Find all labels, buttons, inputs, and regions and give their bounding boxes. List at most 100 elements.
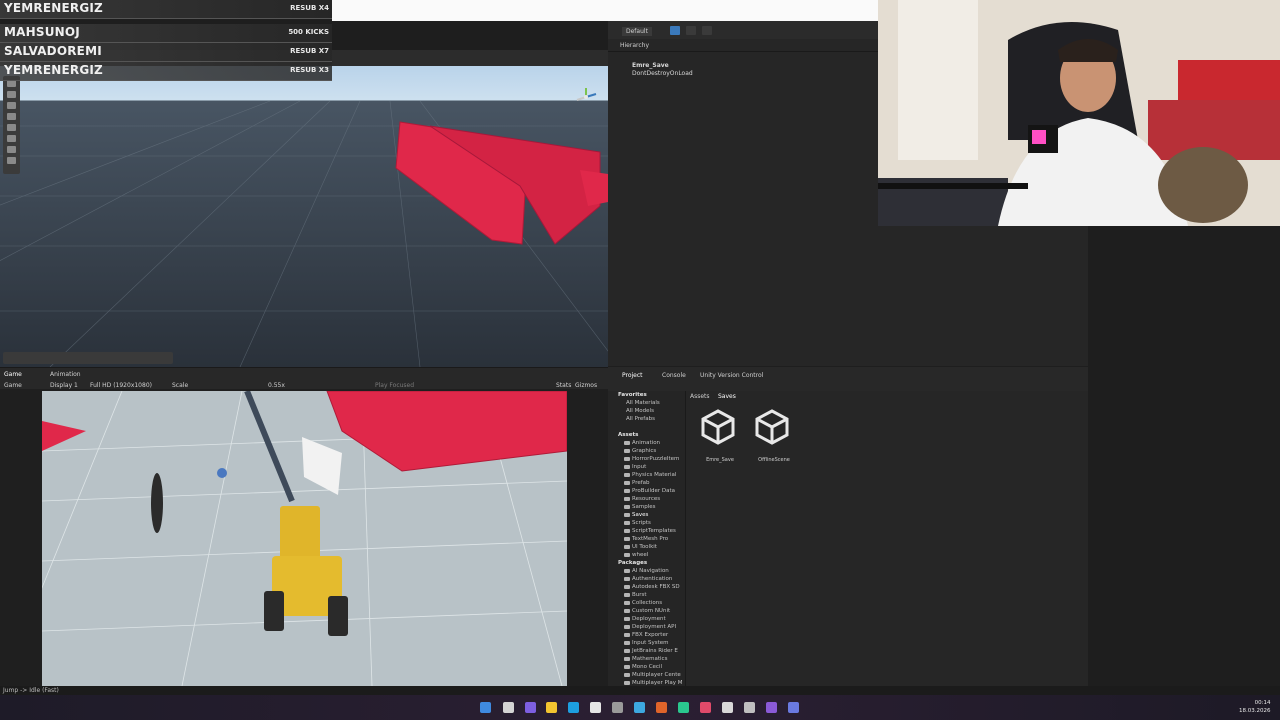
- file-explorer-icon[interactable]: [546, 702, 557, 713]
- tree-item-folder[interactable]: wheel: [624, 552, 648, 558]
- breadcrumb-saves[interactable]: Saves: [718, 393, 736, 400]
- tree-label: wheel: [632, 552, 649, 558]
- tree-item-package[interactable]: Custom NUnit: [624, 608, 670, 614]
- tree-item-favorite[interactable]: All Materials: [626, 400, 660, 406]
- folder-icon: [624, 592, 630, 597]
- firefox-icon[interactable]: [656, 702, 667, 713]
- layout-dropdown[interactable]: Default: [622, 27, 652, 36]
- chrome-icon[interactable]: [634, 702, 645, 713]
- tree-item-package[interactable]: JetBrains Rider E: [624, 648, 678, 654]
- unity-icon[interactable]: [722, 702, 733, 713]
- game-mode-dropdown[interactable]: Game: [4, 382, 22, 389]
- settings-icon[interactable]: [612, 702, 623, 713]
- app-icon[interactable]: [700, 702, 711, 713]
- folder-icon: [624, 600, 630, 605]
- folder-icon: [624, 648, 630, 653]
- tree-item-folder[interactable]: TextMesh Pro: [624, 536, 668, 542]
- tree-item-folder[interactable]: Scripts: [624, 520, 651, 526]
- tab-game[interactable]: Game: [4, 371, 22, 378]
- scene-overlay-toolbar[interactable]: [3, 352, 173, 364]
- display-dropdown[interactable]: Display 1: [50, 382, 78, 389]
- discord-icon[interactable]: [788, 702, 799, 713]
- tree-item-package[interactable]: Mathematics: [624, 656, 667, 662]
- status-text: Jump -> Idle (Fast): [3, 687, 59, 694]
- webcam-image: [878, 0, 1280, 226]
- scene-tool-strip[interactable]: [3, 76, 20, 174]
- tab-console[interactable]: Console: [662, 372, 686, 379]
- tree-item-folder[interactable]: Input: [624, 464, 646, 470]
- pause-button[interactable]: [686, 26, 696, 35]
- tab-project[interactable]: Project: [622, 372, 643, 379]
- visual-studio-icon[interactable]: [766, 702, 777, 713]
- game-view[interactable]: [42, 391, 567, 686]
- tab-hierarchy[interactable]: Hierarchy: [620, 42, 649, 49]
- gizmos-button[interactable]: Gizmos: [575, 382, 597, 389]
- clock-date: 18.03.2026: [1239, 708, 1271, 714]
- store-icon[interactable]: [590, 702, 601, 713]
- tree-label: Custom NUnit: [632, 608, 671, 614]
- tree-item-package[interactable]: FBX Exporter: [624, 632, 668, 638]
- tree-item-folder[interactable]: UI Toolkit: [624, 544, 657, 550]
- tree-label: All Prefabs: [626, 416, 655, 422]
- step-button[interactable]: [702, 26, 712, 35]
- tree-packages[interactable]: Packages: [618, 560, 647, 566]
- copilot-icon[interactable]: [525, 702, 536, 713]
- alert-tag: 500 KICKS: [288, 28, 329, 36]
- folder-icon: [624, 440, 630, 445]
- tree-item-folder[interactable]: ProBuilder Data: [624, 488, 675, 494]
- tree-item-folder[interactable]: Samples: [624, 504, 656, 510]
- project-folder-tree[interactable]: Favorites All Materials All Models All Pref…: [608, 391, 686, 686]
- stats-button[interactable]: Stats: [556, 382, 571, 389]
- tree-favorites[interactable]: Favorites: [618, 392, 647, 398]
- tree-item-favorite[interactable]: All Models: [626, 408, 654, 414]
- tree-item-folder[interactable]: Animation: [624, 440, 660, 446]
- folder-icon: [624, 624, 630, 629]
- tree-item-favorite[interactable]: All Prefabs: [626, 416, 655, 422]
- alert-tag: RESUB X3: [290, 66, 329, 74]
- play-focused-dropdown[interactable]: Play Focused: [375, 382, 414, 389]
- project-content[interactable]: Assets Saves Emre_Save OfflineScene: [686, 391, 1088, 686]
- folder-icon: [624, 632, 630, 637]
- tree-assets[interactable]: Assets: [618, 432, 638, 438]
- tree-item-folder[interactable]: ScriptTemplates: [624, 528, 676, 534]
- tree-label: Packages: [618, 560, 648, 566]
- scene-view[interactable]: [0, 66, 608, 367]
- app-icon[interactable]: [678, 702, 689, 713]
- tree-item-folder[interactable]: Graphics: [624, 448, 656, 454]
- tree-item-package[interactable]: Autodesk FBX SD: [624, 584, 680, 590]
- unity-hub-icon[interactable]: [744, 702, 755, 713]
- system-clock[interactable]: 00:14 18.03.2026: [1239, 699, 1271, 715]
- tree-item-folder[interactable]: Prefab: [624, 480, 650, 486]
- orientation-gizmo-icon[interactable]: [572, 86, 600, 108]
- tree-item-package[interactable]: Collections: [624, 600, 662, 606]
- tree-item-folder[interactable]: HorrorPuzzleItem: [624, 456, 679, 462]
- hierarchy-item[interactable]: Emre_Save: [632, 62, 669, 69]
- tree-item-folder[interactable]: Saves: [624, 512, 648, 518]
- project-header: Project Console Unity Version Control: [608, 367, 1088, 391]
- tree-item-package[interactable]: Deployment: [624, 616, 666, 622]
- tree-label: Mono Cecil: [632, 664, 663, 670]
- tree-item-package[interactable]: Mono Cecil: [624, 664, 662, 670]
- tree-label: Deployment: [632, 616, 666, 622]
- tree-item-package[interactable]: Deployment API: [624, 624, 676, 630]
- tab-animation[interactable]: Animation: [50, 371, 81, 378]
- windows-start-icon[interactable]: [480, 702, 491, 713]
- asset-tile[interactable]: Emre_Save: [700, 409, 740, 463]
- tree-item-package[interactable]: AI Navigation: [624, 568, 669, 574]
- tab-version-control[interactable]: Unity Version Control: [700, 372, 763, 379]
- alert-row: SALVADOREMI RESUB X7: [0, 43, 332, 62]
- edge-icon[interactable]: [568, 702, 579, 713]
- tree-item-folder[interactable]: Physics Material: [624, 472, 676, 478]
- tree-item-package[interactable]: Authentication: [624, 576, 672, 582]
- hierarchy-item[interactable]: DontDestroyOnLoad: [632, 70, 693, 77]
- asset-tile[interactable]: OfflineScene: [754, 409, 794, 463]
- resolution-dropdown[interactable]: Full HD (1920x1080): [90, 382, 152, 389]
- tree-item-folder[interactable]: Resources: [624, 496, 660, 502]
- search-icon[interactable]: [503, 702, 514, 713]
- breadcrumb-assets[interactable]: Assets: [690, 393, 710, 400]
- alert-row: MAHSUNOJ 500 KICKS: [0, 24, 332, 43]
- tree-item-package[interactable]: Input System: [624, 640, 669, 646]
- tree-item-package[interactable]: Multiplayer Cente: [624, 672, 681, 678]
- tree-item-package[interactable]: Burst: [624, 592, 647, 598]
- play-button[interactable]: [670, 26, 680, 35]
